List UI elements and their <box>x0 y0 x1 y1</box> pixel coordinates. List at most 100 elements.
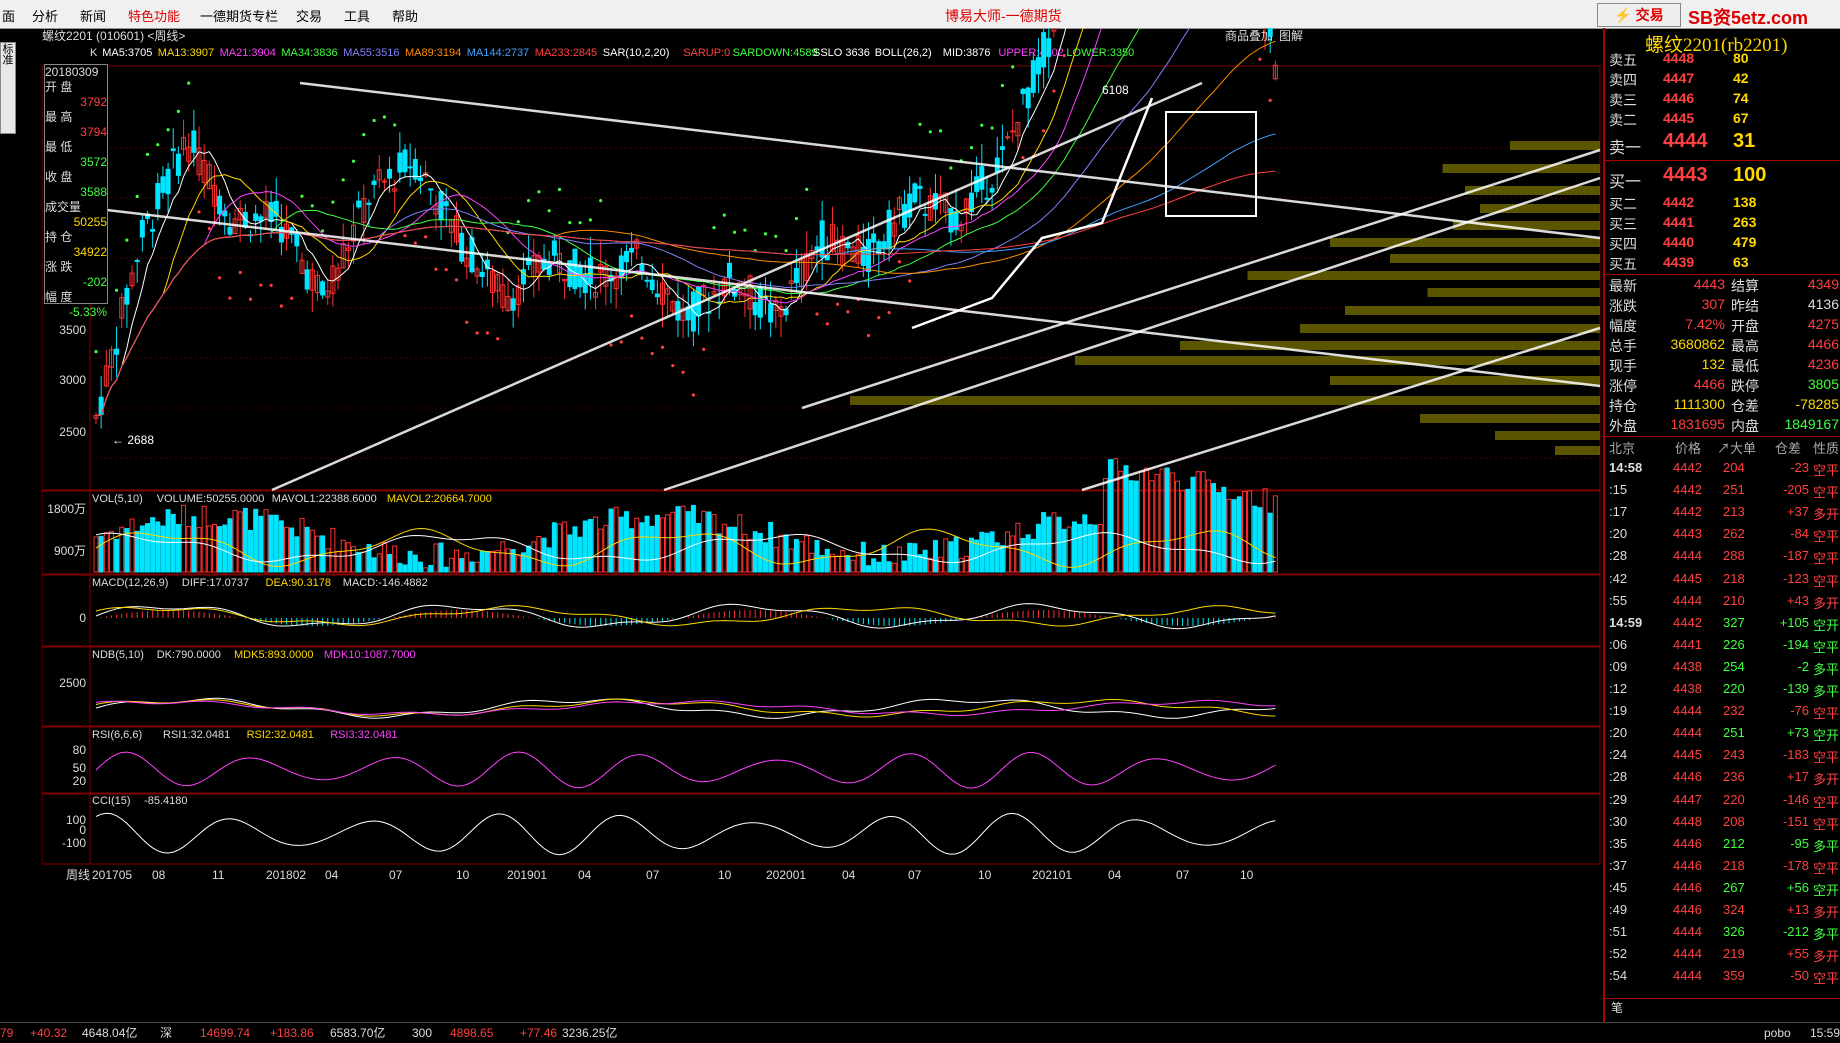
menu-item-column[interactable]: 一德期货专栏 <box>200 6 278 25</box>
stat-label: 跌停 <box>1731 378 1759 394</box>
menu-item-trade[interactable]: 交易 <box>296 6 322 25</box>
volume-bar <box>721 523 727 573</box>
candle-body <box>387 168 393 179</box>
info-value: 50255 <box>73 215 107 229</box>
tick-price: 4444 <box>1673 703 1702 719</box>
tick-nature: 空平 <box>1813 971 1840 987</box>
tick-nature: 空平 <box>1813 706 1840 722</box>
candle-body <box>294 232 300 247</box>
sar-dot <box>825 322 829 326</box>
volume-bar <box>397 562 403 573</box>
tick-time: :28 <box>1609 548 1628 564</box>
status-item: 14699.74 <box>200 1026 251 1040</box>
tick-price: 4444 <box>1673 592 1702 608</box>
tick-volume: 204 <box>1723 460 1745 475</box>
tick-delta: -187 <box>1782 548 1809 564</box>
volume-bar <box>1097 523 1103 573</box>
tick-price: 4442 <box>1673 614 1702 630</box>
candle-body <box>989 187 995 193</box>
volume-bar <box>932 540 938 573</box>
candle-body <box>304 269 310 290</box>
candle-body <box>649 279 655 291</box>
divider <box>1605 436 1840 437</box>
bid-volume: 263 <box>1733 214 1757 230</box>
symbol-header: 螺纹2201 (010601) <周线> <box>42 29 185 43</box>
sar-dot <box>1011 65 1015 69</box>
volume-bar <box>304 526 310 573</box>
bid-label: 买四 <box>1609 236 1637 252</box>
volume-bar <box>1175 480 1180 573</box>
volume-bar <box>356 551 362 573</box>
tick-volume: 220 <box>1723 681 1745 696</box>
sar-dot <box>465 320 469 324</box>
volume-bar <box>943 538 949 573</box>
menu-item-tools[interactable]: 工具 <box>344 6 370 25</box>
menu-item-news[interactable]: 新闻 <box>80 6 106 25</box>
volume-bar <box>912 543 918 573</box>
candle-body <box>217 195 223 215</box>
volume-profile-bar <box>1510 141 1600 150</box>
sar-dot <box>115 288 119 292</box>
tick-nature: 空平 <box>1813 639 1840 655</box>
stat-value: 3805 <box>1807 376 1839 392</box>
tick-price: 4442 <box>1673 482 1702 498</box>
trade-button[interactable]: ⚡ 交易 <box>1597 3 1681 27</box>
volume-profile-bar <box>1495 431 1600 440</box>
dea-line <box>95 605 1276 627</box>
brand-label: pobo <box>1764 1026 1791 1040</box>
x-tick: 07 <box>908 868 922 882</box>
tick-row: :12 4438 220 -139 多平 <box>1605 681 1840 703</box>
menu-item-analysis[interactable]: 分析 <box>32 6 58 25</box>
tick-nature: 多开 <box>1813 507 1840 523</box>
menu-item-help[interactable]: 帮助 <box>392 6 418 25</box>
sar-dot <box>444 268 448 272</box>
tick-delta: -205 <box>1782 482 1809 498</box>
tick-delta: -183 <box>1782 747 1809 763</box>
ask-row: 卖四 4447 42 <box>1605 70 1840 90</box>
tick-time: :20 <box>1609 526 1628 542</box>
stat-value: 4443 <box>1693 276 1725 292</box>
volume-bar <box>685 511 691 573</box>
sar-dot <box>866 333 871 338</box>
candle-body <box>381 180 387 183</box>
sar-dot <box>351 159 356 163</box>
bar-info-box: 20180309 开 盘 3792 最 高 3794 最 低 3572 收 盘 3588 成交量… <box>44 64 108 319</box>
volume-bar <box>1267 512 1273 573</box>
left-side-tab[interactable]: 标准 <box>0 42 16 134</box>
tick-price: 4438 <box>1673 681 1702 696</box>
volume-bar <box>649 525 655 573</box>
volume-bar <box>314 535 320 573</box>
stat-value: 307 <box>1701 296 1725 312</box>
stat-label: 开盘 <box>1731 318 1759 334</box>
candle-body <box>438 191 444 221</box>
volume-bar <box>196 527 202 573</box>
status-item: 300 <box>412 1026 433 1040</box>
panel-header: MDK10:1087.7000 <box>324 649 416 661</box>
candle-body <box>917 185 923 189</box>
bid-volume: 479 <box>1733 234 1757 250</box>
menu-item-0[interactable]: 面 <box>2 6 15 25</box>
menu-item-features[interactable]: 特色功能 <box>128 6 180 25</box>
volume-bar <box>114 538 120 573</box>
tick-price: 4446 <box>1673 857 1702 873</box>
volume-bar <box>623 511 629 573</box>
volume-bar <box>866 565 871 573</box>
volume-bar <box>325 548 331 573</box>
candle-body <box>752 302 758 316</box>
tick-price: 4444 <box>1673 946 1702 962</box>
volume-bar <box>531 541 537 573</box>
tick-price: 4446 <box>1673 902 1702 917</box>
cci-tick: -100 <box>62 836 86 850</box>
volume-bar <box>160 525 166 573</box>
volume-bar <box>381 541 387 573</box>
volume-bar <box>907 542 913 573</box>
ndb-tick: 2500 <box>59 676 86 690</box>
tick-delta: +73 <box>1786 725 1809 741</box>
volume-bar <box>773 546 779 573</box>
indicator-label: MID:3876 <box>943 47 991 59</box>
ask-price: 4444 <box>1663 130 1708 152</box>
tick-delta: +17 <box>1786 769 1809 785</box>
tick-price: 4444 <box>1673 924 1702 940</box>
tick-row: :52 4444 219 +55 多开 <box>1605 946 1840 968</box>
candle-body <box>546 262 552 276</box>
